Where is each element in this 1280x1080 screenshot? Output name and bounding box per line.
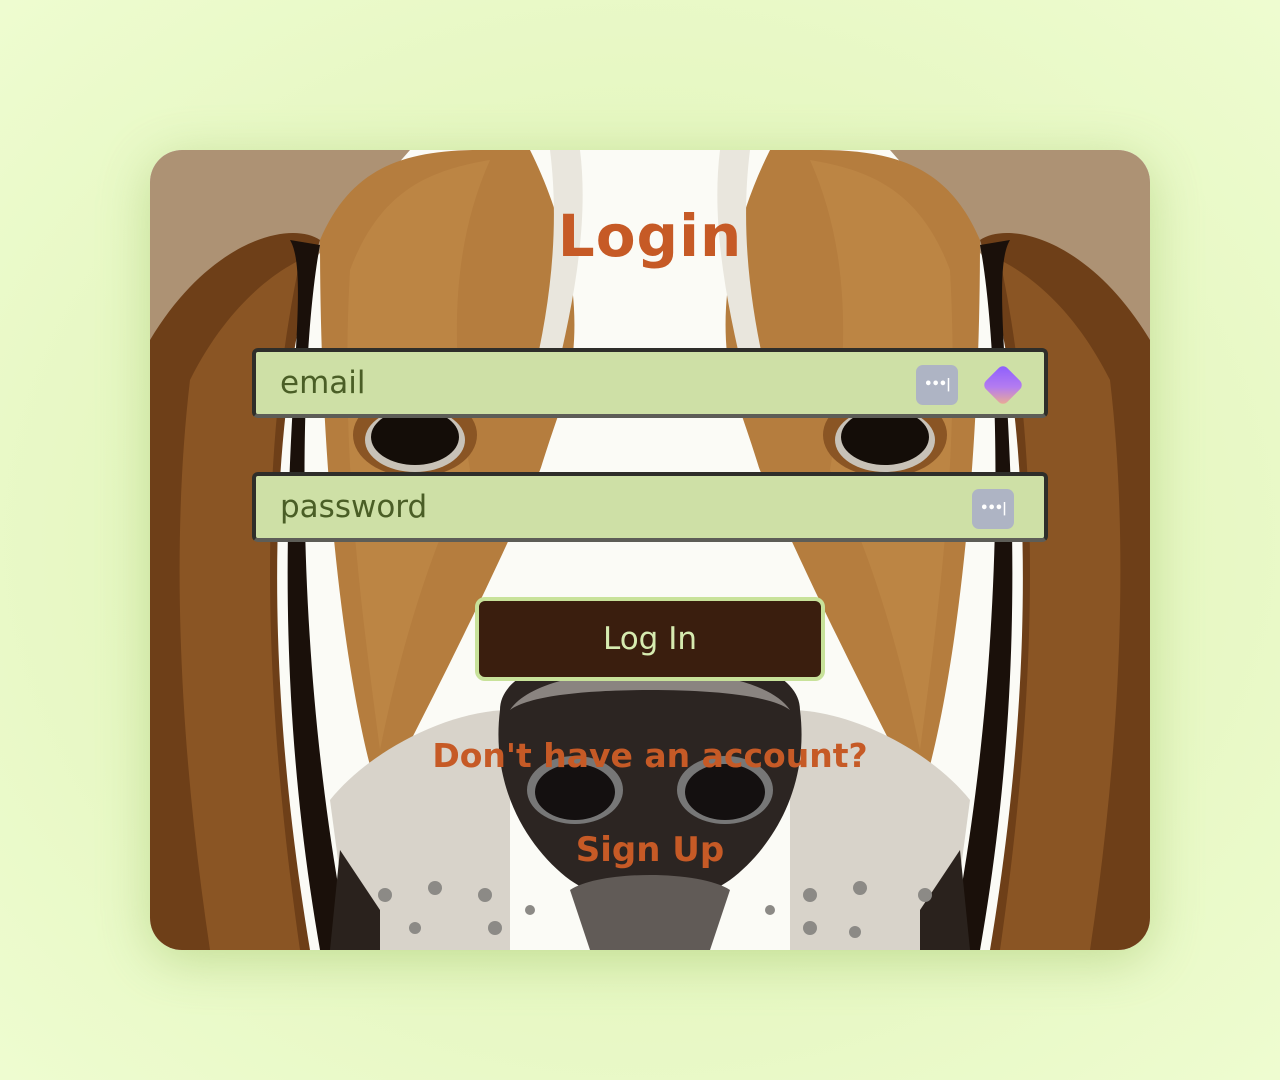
login-button[interactable]: Log In (475, 597, 825, 681)
signup-prompt: Don't have an account? (432, 736, 868, 775)
gem-extension-icon[interactable] (978, 360, 1028, 410)
password-dots-icon[interactable]: •••| (972, 489, 1014, 529)
login-card: Login •••| •••| Log In Don't have an acc… (150, 150, 1150, 950)
email-field[interactable]: •••| (252, 348, 1048, 418)
password-dots-icon[interactable]: •••| (916, 365, 958, 405)
password-field[interactable]: •••| (252, 472, 1048, 542)
signup-link[interactable]: Sign Up (550, 830, 750, 870)
password-input[interactable] (256, 476, 1044, 538)
page-title: Login (557, 202, 743, 270)
